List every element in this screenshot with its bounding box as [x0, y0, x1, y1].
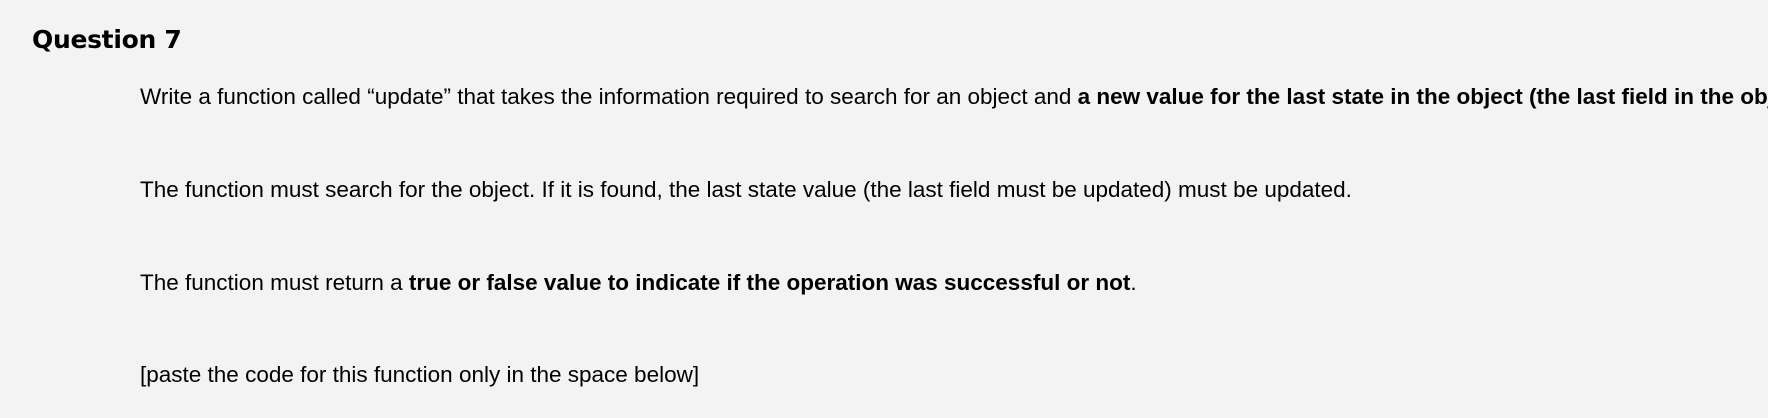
paragraph-1-text: Write a function called “update” that ta… — [140, 84, 1078, 109]
paragraph-1-bold-text: a new value for the last state in the ob… — [1077, 84, 1768, 109]
paragraph-3-bold-text: true or false value to indicate if the o… — [408, 270, 1131, 295]
question-paragraph-3: The function must return a true or false… — [140, 268, 1137, 298]
question-paragraph-1: Write a function called “update” that ta… — [140, 82, 1768, 112]
question-title: Question 7 — [32, 25, 182, 54]
paragraph-3-text: The function must return a — [140, 270, 409, 295]
question-paragraph-2: The function must search for the object.… — [140, 177, 1352, 202]
question-paragraph-4: [paste the code for this function only i… — [140, 362, 700, 387]
paragraph-3-end: . — [1130, 270, 1137, 295]
